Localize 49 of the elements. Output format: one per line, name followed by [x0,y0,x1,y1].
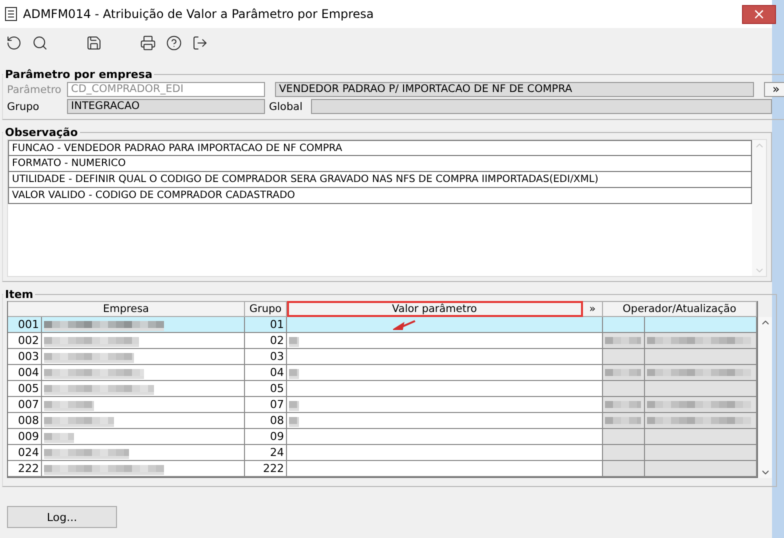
blurred-text [289,366,299,378]
expand-button[interactable]: » [583,301,603,317]
observation-line: VALOR VALIDO - CODIGO DE COMPRADOR CADASTRADO [8,188,752,204]
blurred-text [289,414,299,426]
table-row[interactable]: 005 05 [8,381,757,397]
field-label: Global [269,100,304,112]
parameter-field[interactable]: CD_COMPRADOR_EDI [67,82,265,97]
table-row[interactable]: 009 09 [8,429,757,445]
blurred-text [289,334,299,346]
arrow-icon [393,320,417,330]
table-row[interactable]: 024 24 [8,445,757,461]
column-header[interactable]: Valor parâmetro [287,301,583,317]
column-header[interactable]: Operador/Atualização [603,301,757,317]
blurred-text [44,414,114,426]
blurred-text [44,430,74,442]
blurred-text [289,398,299,410]
description-field: VENDEDOR PADRAO P/ IMPORTACAO DE NF DE COMPRA [275,82,754,97]
help-icon[interactable] [164,33,184,53]
table-cell: 222 [245,461,287,477]
table-row[interactable]: 004 04 [8,365,757,381]
scrollbar[interactable] [758,317,772,478]
field-label: Parâmetro [7,84,62,96]
table-row[interactable]: 003 03 [8,349,757,365]
panel-title: Parâmetro por empresa [4,68,154,81]
observation-line: FORMATO - NUMERICO [8,156,752,172]
log-button[interactable]: Log... [7,506,117,528]
table-row[interactable]: 001 01 [8,317,757,333]
blurred-text [605,366,641,378]
table-row[interactable]: 222 222 [8,461,757,477]
panel-title: Observação [4,126,79,139]
printer-icon[interactable] [138,33,158,53]
blurred-text [44,398,94,410]
table-row[interactable]: 007 07 [8,397,757,413]
table-row[interactable]: 002 02 [8,333,757,349]
more-button[interactable]: » [764,82,784,97]
column-header[interactable]: Empresa [8,301,245,317]
blurred-text [605,334,641,346]
blurred-text [605,414,641,426]
table-cell: 222 [8,461,42,477]
observation-line: UTILIDADE - DEFINIR QUAL O CODIGO DE COMPRADOR SERA GRAVADO NAS NFS DE COMPRA IIMPORTADAS(EDI/XML) [8,172,752,188]
panel-title: Item [4,288,34,301]
document-icon [5,7,17,21]
field-label: Grupo [7,100,40,112]
column-header[interactable]: Grupo [245,301,287,317]
table-row[interactable]: 008 08 [8,413,757,429]
window-title: ADMFM014 - Atribuição de Valor a Parâmetro por Empresa [23,7,375,21]
blurred-text [605,398,641,410]
close-button[interactable]: × [742,4,776,24]
group-field: INTEGRACAO [67,99,265,114]
